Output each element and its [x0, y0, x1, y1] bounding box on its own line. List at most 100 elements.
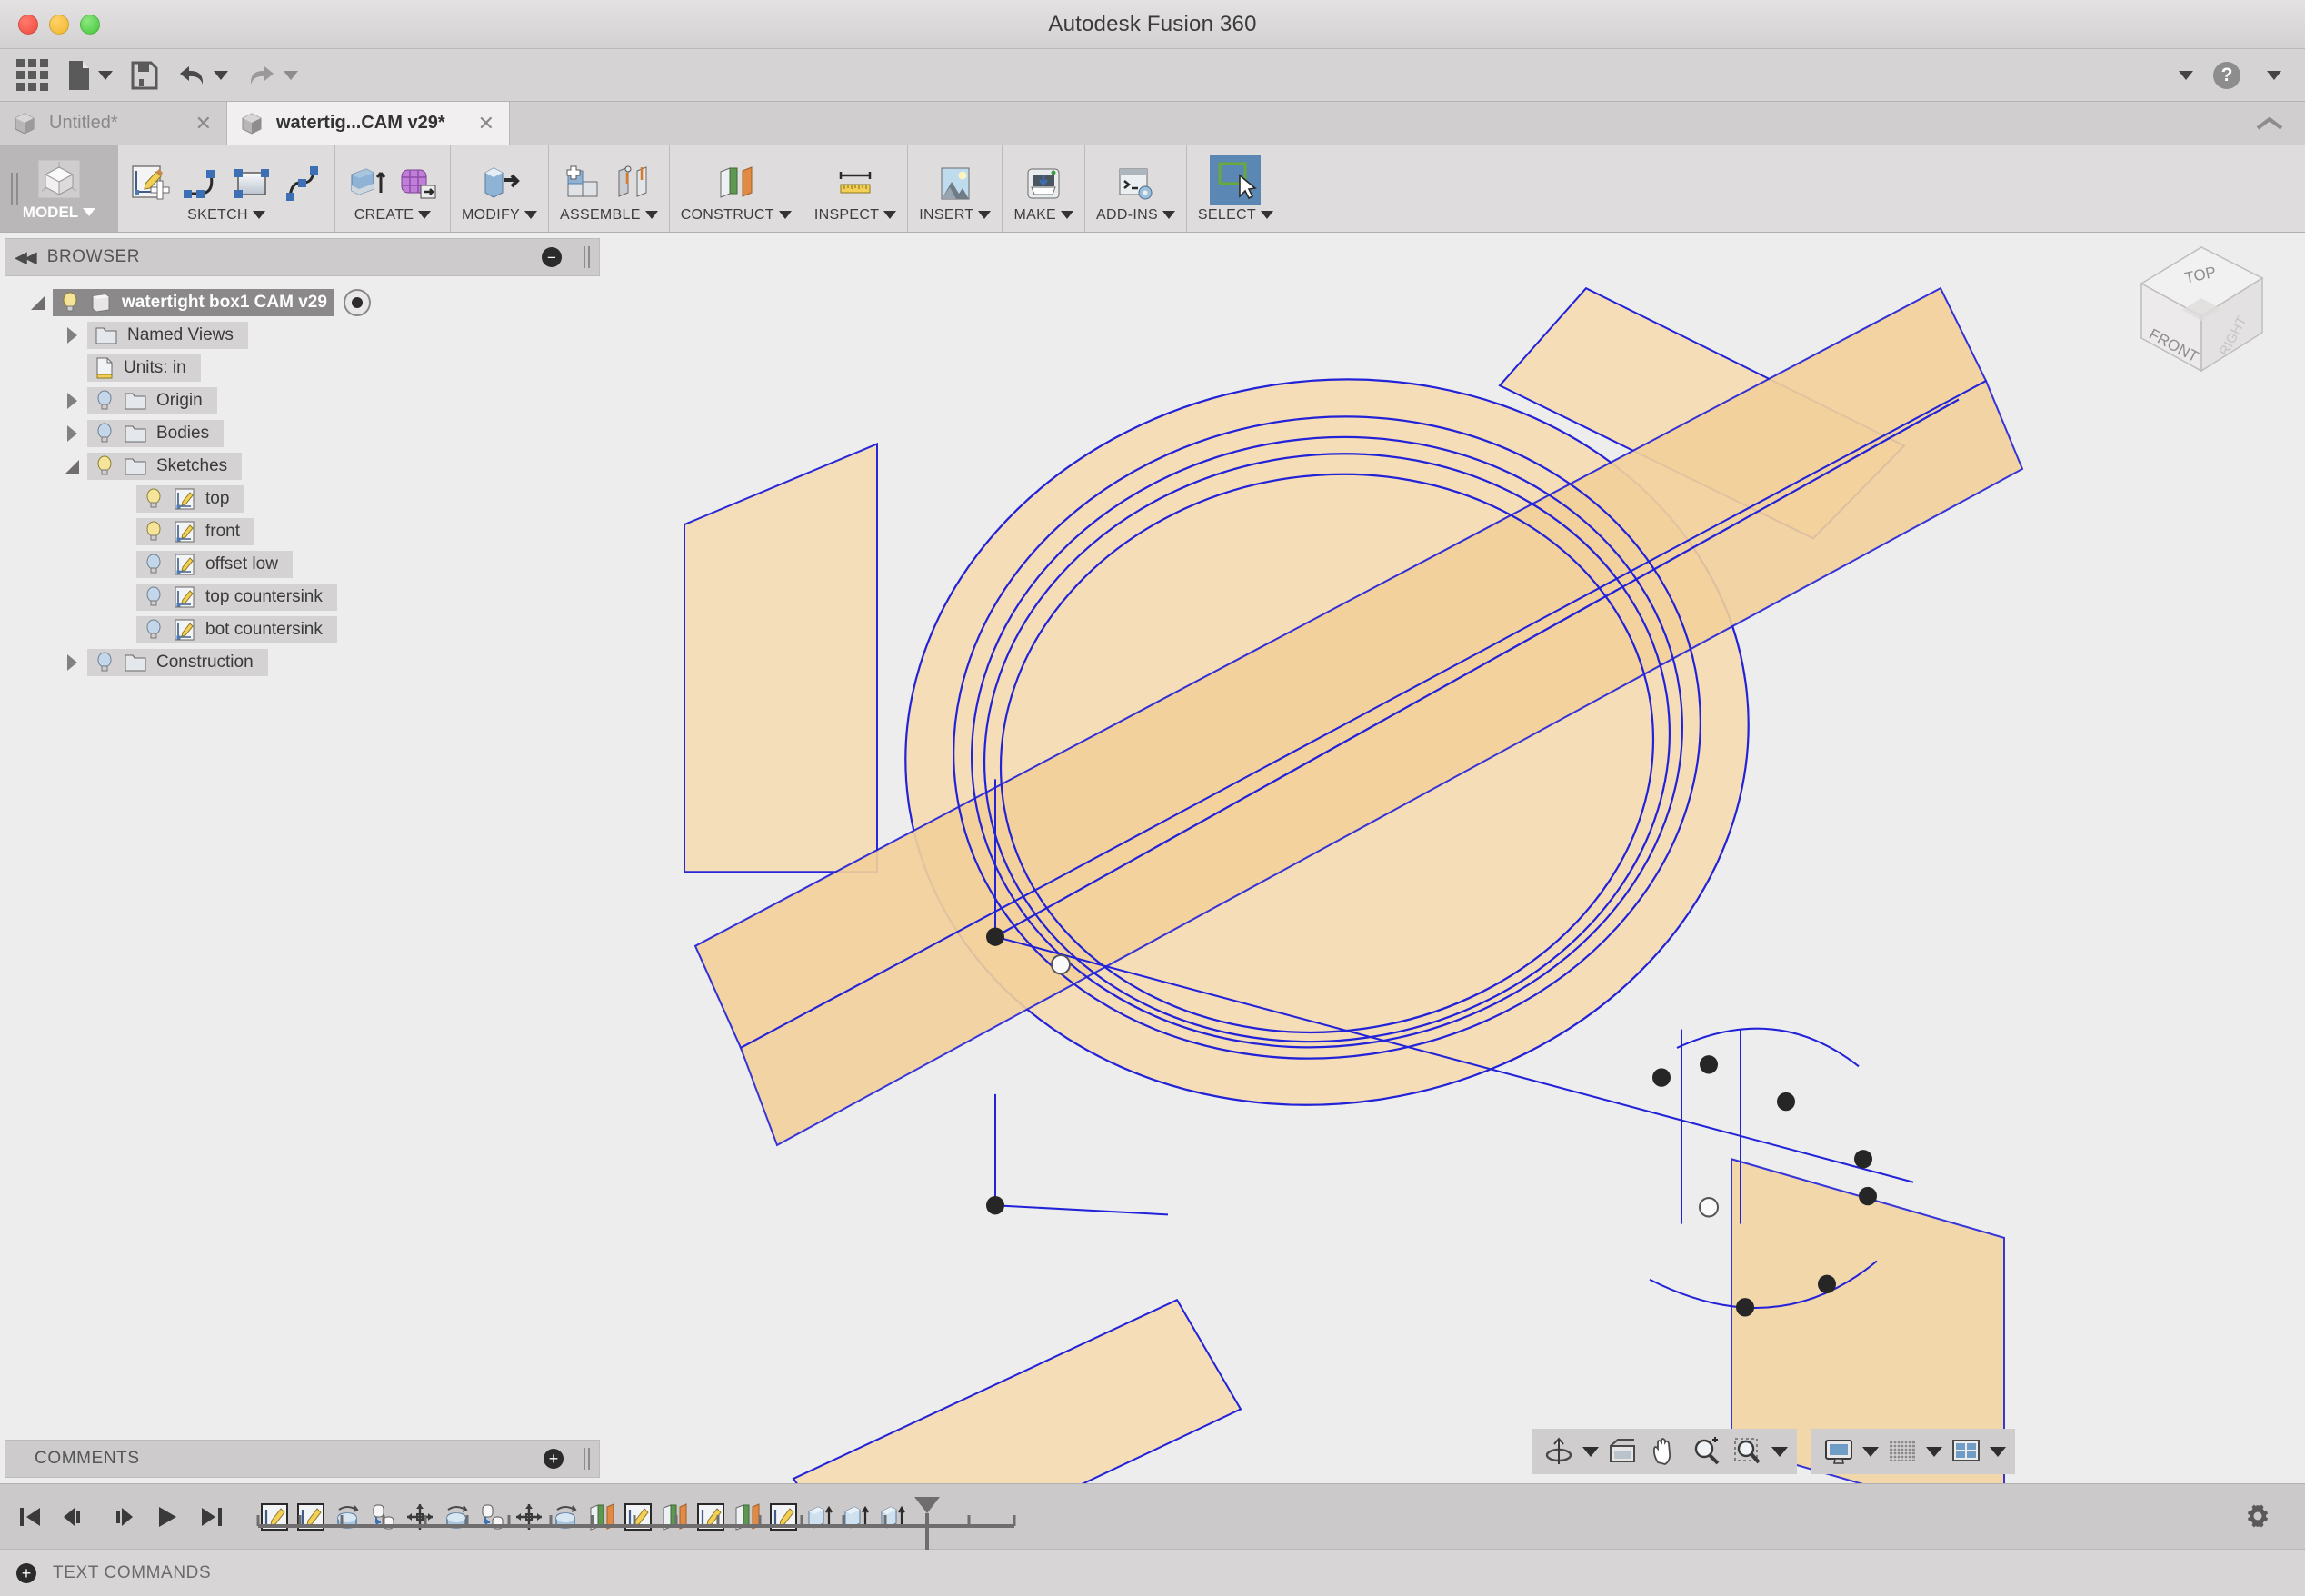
help-menu-caret-icon[interactable] — [2267, 70, 2281, 80]
twisty-closed-icon[interactable] — [62, 393, 82, 409]
grid-menu-caret-icon[interactable] — [1926, 1446, 1942, 1457]
account-menu-caret-icon[interactable] — [2179, 70, 2193, 80]
vertical-grip-icon[interactable] — [584, 1448, 590, 1470]
joint-icon[interactable] — [614, 164, 655, 205]
tree-item-bodies[interactable]: Bodies — [87, 420, 225, 447]
tree-item-sketch-offset-low[interactable]: offset low — [136, 551, 293, 578]
ribbon-panel-label[interactable]: INSPECT — [814, 207, 897, 224]
plus-circle-icon[interactable]: + — [16, 1562, 36, 1583]
activate-component-radio[interactable] — [343, 289, 371, 316]
look-at-icon[interactable] — [1604, 1433, 1641, 1470]
tree-item-sketch-front[interactable]: front — [136, 518, 255, 545]
offset-plane-icon[interactable] — [715, 164, 757, 205]
rectangle-icon[interactable] — [231, 164, 273, 205]
plus-circle-icon[interactable]: + — [544, 1449, 564, 1469]
twisty-open-icon[interactable] — [62, 459, 82, 474]
viewports-menu-caret-icon[interactable] — [1990, 1446, 2006, 1457]
twisty-closed-icon[interactable] — [62, 654, 82, 671]
save-button[interactable] — [131, 61, 158, 90]
zoom-icon[interactable] — [1688, 1433, 1724, 1470]
lightbulb-off-icon[interactable] — [95, 390, 115, 412]
minus-circle-icon[interactable]: − — [542, 247, 562, 267]
tree-item-sketch-bot-countersink[interactable]: bot countersink — [136, 616, 337, 643]
tree-item-sketch-top-countersink[interactable]: top countersink — [136, 584, 337, 611]
app-grid-button[interactable] — [16, 59, 48, 91]
play-icon[interactable] — [151, 1501, 182, 1532]
lightbulb-on-icon[interactable] — [144, 488, 164, 510]
tree-item-watertight-box1-cam[interactable]: watertight box1 CAM v29 — [53, 289, 334, 316]
viewport-canvas[interactable]: TOP FRONT RIGHT — [604, 233, 2305, 1483]
zoom-window-icon[interactable] — [1730, 1433, 1766, 1470]
ribbon-panel-label[interactable]: MODIFY — [462, 207, 538, 224]
ribbon-panel-label[interactable]: CONSTRUCT — [681, 207, 792, 224]
ribbon-panel-label[interactable]: ADD-INS — [1096, 207, 1175, 224]
spline-icon[interactable] — [282, 164, 324, 205]
ribbon-panel-label[interactable]: INSERT — [919, 207, 992, 224]
step-forward-icon[interactable] — [105, 1501, 136, 1532]
double-left-arrow-icon[interactable]: ◀◀ — [15, 248, 37, 267]
document-tab-untitled[interactable]: Untitled* ✕ — [0, 102, 227, 145]
press-pull-icon[interactable] — [479, 164, 521, 205]
create-sketch-icon[interactable] — [129, 164, 171, 205]
lightbulb-off-icon[interactable] — [144, 554, 164, 575]
workspace-switcher-model[interactable]: MODEL — [0, 145, 118, 232]
lightbulb-off-icon[interactable] — [95, 423, 115, 444]
go-to-end-icon[interactable] — [196, 1501, 227, 1532]
close-icon[interactable]: ✕ — [175, 112, 212, 135]
grid-snap-icon[interactable] — [1884, 1433, 1921, 1470]
tabbar-collapse-button[interactable] — [2234, 102, 2305, 145]
display-menu-caret-icon[interactable] — [1862, 1446, 1879, 1457]
insert-image-icon[interactable] — [934, 164, 976, 205]
vertical-grip-icon[interactable] — [584, 246, 590, 268]
arc-icon[interactable] — [180, 164, 222, 205]
tree-item-sketch-top[interactable]: top — [136, 485, 244, 513]
lightbulb-on-icon[interactable] — [144, 521, 164, 543]
orbit-menu-caret-icon[interactable] — [1582, 1446, 1599, 1457]
ribbon-panel-label[interactable]: CREATE — [354, 207, 432, 224]
tree-item-sketches[interactable]: Sketches — [87, 453, 243, 480]
timeline-settings-button[interactable] — [2243, 1501, 2274, 1532]
chevron-down-icon[interactable] — [98, 70, 113, 80]
tree-item-construction[interactable]: Construction — [87, 649, 268, 676]
new-component-icon[interactable] — [563, 164, 604, 205]
timeline-playhead-marker[interactable] — [909, 1495, 945, 1560]
extrude-icon[interactable] — [346, 164, 388, 205]
ribbon-panel-label[interactable]: ASSEMBLE — [560, 207, 658, 224]
viewports-icon[interactable] — [1948, 1433, 1984, 1470]
comments-panel[interactable]: COMMENTS + — [5, 1440, 600, 1478]
go-to-beginning-icon[interactable] — [15, 1501, 45, 1532]
close-icon[interactable]: ✕ — [458, 112, 494, 135]
3d-print-icon[interactable] — [1023, 164, 1064, 205]
lightbulb-off-icon[interactable] — [144, 619, 164, 641]
lightbulb-on-icon[interactable] — [95, 455, 115, 477]
lightbulb-off-icon[interactable] — [95, 652, 115, 673]
create-form-icon[interactable] — [397, 164, 439, 205]
step-back-icon[interactable] — [60, 1501, 91, 1532]
tree-item-named-views[interactable]: Named Views — [87, 322, 248, 349]
redo-button[interactable] — [246, 63, 298, 88]
tree-item-units[interactable]: Units: in — [87, 354, 201, 382]
zoom-menu-caret-icon[interactable] — [1771, 1446, 1788, 1457]
text-commands-label[interactable]: TEXT COMMANDS — [53, 1563, 211, 1583]
display-settings-icon[interactable] — [1821, 1433, 1857, 1470]
view-cube[interactable]: TOP FRONT RIGHT — [2094, 236, 2285, 382]
chevron-down-icon[interactable] — [214, 70, 228, 80]
ribbon-panel-label[interactable]: SELECT — [1198, 207, 1273, 224]
orbit-icon[interactable] — [1541, 1433, 1577, 1470]
lightbulb-off-icon[interactable] — [144, 586, 164, 608]
lightbulb-on-icon[interactable] — [60, 292, 80, 314]
twisty-open-icon[interactable] — [27, 295, 47, 310]
measure-icon[interactable] — [834, 164, 876, 205]
document-tab-watertight-cam[interactable]: watertig...CAM v29* ✕ — [227, 102, 511, 145]
select-cursor-icon[interactable] — [1210, 154, 1262, 205]
ribbon-panel-label[interactable]: SKETCH — [187, 207, 265, 224]
tree-item-origin[interactable]: Origin — [87, 387, 217, 414]
new-file-button[interactable] — [66, 60, 113, 91]
ribbon-panel-label[interactable]: MAKE — [1013, 207, 1074, 224]
twisty-closed-icon[interactable] — [62, 327, 82, 344]
help-icon[interactable]: ? — [2213, 61, 2240, 89]
pan-icon[interactable] — [1646, 1433, 1682, 1470]
twisty-closed-icon[interactable] — [62, 425, 82, 442]
undo-button[interactable] — [176, 63, 228, 88]
chevron-down-icon[interactable] — [284, 70, 298, 80]
